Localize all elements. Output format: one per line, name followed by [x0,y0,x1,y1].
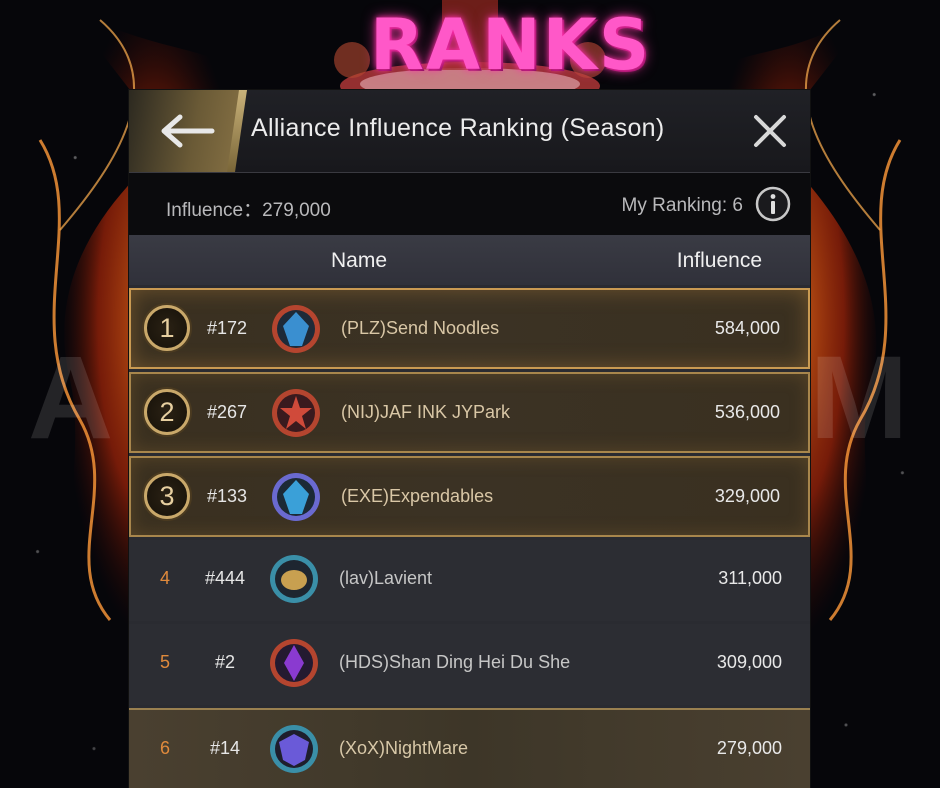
server-number: #267 [206,402,248,422]
rank-medal: 3 [144,473,190,519]
alliance-emblem-icon [270,555,318,603]
close-icon [754,115,786,147]
table-header: Name Influence [129,235,810,285]
rank-number: 4 [159,568,170,588]
watermark-right-letter: M [809,332,912,464]
info-icon[interactable] [754,185,792,223]
arrow-left-icon [161,114,215,148]
alliance-emblem-icon [272,473,320,521]
influence-value: 329,000 [714,486,780,506]
ranking-row[interactable]: 1 #172 (PLZ)Send Noodles 584,000 [129,288,810,369]
rank-number: 5 [159,652,170,672]
rank-medal: 2 [144,389,190,435]
influence-value: 584,000 [714,318,780,338]
alliance-name: (XoX)NightMare [339,738,469,758]
server-number: #133 [206,486,248,506]
banner-title: RANKS [370,4,652,86]
column-influence: Influence [676,249,762,272]
alliance-emblem-icon [270,725,318,773]
influence-value: 311,000 [718,568,782,588]
window-title: Alliance Influence Ranking (Season) [251,114,665,142]
ranking-window: Alliance Influence Ranking (Season) Infl… [129,90,810,788]
ranking-row[interactable]: 4 #444 (lav)Lavient 311,000 [129,540,810,621]
alliance-name: (HDS)Shan Ding Hei Du She [339,652,571,672]
alliance-emblem-icon [270,639,318,687]
server-number: #444 [204,568,246,588]
influence-value: 309,000 [716,652,782,672]
ranking-row-self[interactable]: 6 #14 (XoX)NightMare 279,000 [129,708,810,788]
ranking-row[interactable]: 2 #267 (NIJ)JAF INK JYPark 536,000 [129,372,810,453]
alliance-name: (PLZ)Send Noodles [341,318,500,338]
influence-value: 279,000 [716,738,782,758]
server-number: #2 [214,652,236,672]
close-button[interactable] [749,110,791,152]
alliance-emblem-icon [272,305,320,353]
server-number: #14 [209,738,241,758]
summary-bar: Influence：279,000 My Ranking: 6 [129,173,810,235]
rank-medal: 1 [144,305,190,351]
rank-number: 6 [159,738,170,758]
alliance-name: (EXE)Expendables [341,486,494,506]
my-influence: Influence：279,000 [166,200,331,221]
ranking-row[interactable]: 5 #2 (HDS)Shan Ding Hei Du She 309,000 [129,624,810,705]
my-ranking: My Ranking: 6 [621,195,743,216]
server-number: #172 [206,318,248,338]
ranking-row[interactable]: 3 #133 (EXE)Expendables 329,000 [129,456,810,537]
alliance-name: (NIJ)JAF INK JYPark [341,402,511,422]
window-header: Alliance Influence Ranking (Season) [129,90,810,173]
column-name: Name [331,249,388,272]
alliance-emblem-icon [272,389,320,437]
ranking-list: 1 #172 (PLZ)Send Noodles 584,000 2 #267 … [129,288,810,788]
watermark-left-letter: A [28,332,118,464]
influence-value: 536,000 [714,402,780,422]
alliance-name: (lav)Lavient [339,568,433,588]
